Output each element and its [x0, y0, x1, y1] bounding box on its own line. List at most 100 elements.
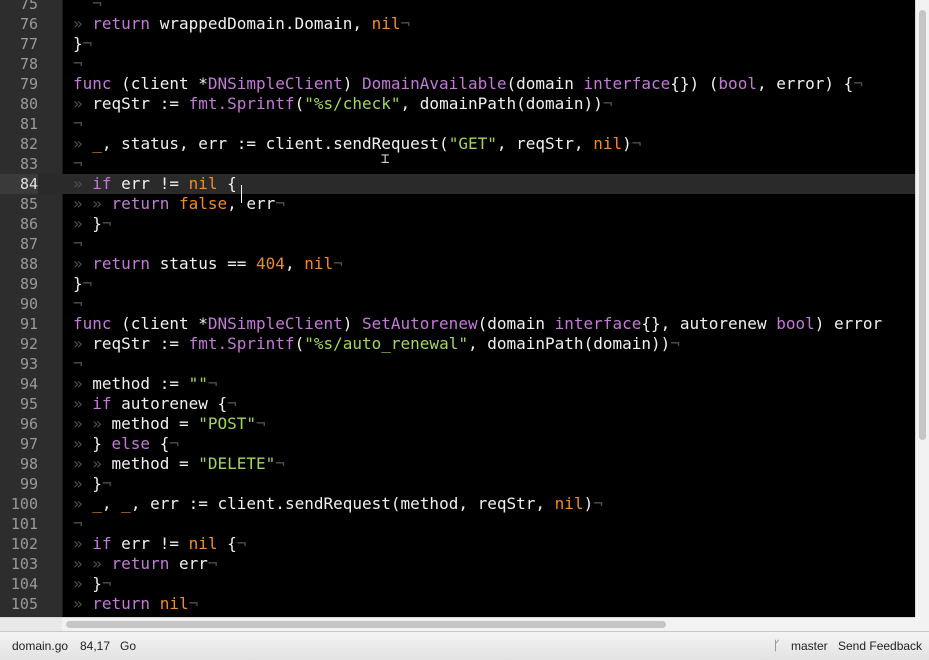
- code-text[interactable]: ¬: [73, 514, 83, 534]
- horizontal-scrollbar[interactable]: [62, 617, 915, 632]
- code-line[interactable]: 85 » » return false, err¬: [0, 194, 915, 214]
- code-text[interactable]: ¬: [73, 234, 83, 254]
- line-number[interactable]: 87: [0, 234, 38, 254]
- code-line[interactable]: 94 » method := ""¬: [0, 374, 915, 394]
- line-number[interactable]: 104: [0, 574, 38, 594]
- line-number[interactable]: 105: [0, 594, 38, 614]
- code-line[interactable]: 102 » if err != nil {¬: [0, 534, 915, 554]
- code-line[interactable]: 98 » » method = "DELETE"¬: [0, 454, 915, 474]
- code-line[interactable]: 92 » reqStr := fmt.Sprintf("%s/auto_renew…: [0, 334, 915, 354]
- code-line[interactable]: 89 }¬: [0, 274, 915, 294]
- code-line[interactable]: 78 ¬: [0, 54, 915, 74]
- status-language[interactable]: Go: [120, 639, 136, 653]
- code-text[interactable]: ¬: [73, 294, 83, 314]
- code-line[interactable]: 84 » if err != nil {: [0, 174, 915, 194]
- line-number[interactable]: 85: [0, 194, 38, 214]
- code-text[interactable]: » if autorenew {¬: [73, 394, 237, 414]
- line-number[interactable]: 96: [0, 414, 38, 434]
- line-number[interactable]: 78: [0, 54, 38, 74]
- line-number[interactable]: 83: [0, 154, 38, 174]
- code-text[interactable]: ¬: [73, 114, 83, 134]
- code-line[interactable]: 81 ¬: [0, 114, 915, 134]
- code-text[interactable]: func (client *DNSimpleClient) DomainAvai…: [73, 74, 863, 94]
- line-number[interactable]: 93: [0, 354, 38, 374]
- code-line[interactable]: 99 » }¬: [0, 474, 915, 494]
- horizontal-scrollbar-thumb[interactable]: [66, 621, 666, 628]
- code-line[interactable]: 79 func (client *DNSimpleClient) DomainAv…: [0, 74, 915, 94]
- code-line[interactable]: 86 » }¬: [0, 214, 915, 234]
- line-number[interactable]: 101: [0, 514, 38, 534]
- code-text[interactable]: » » return err¬: [73, 554, 218, 574]
- line-number[interactable]: 81: [0, 114, 38, 134]
- status-cursor-position[interactable]: 84,17: [80, 639, 110, 653]
- line-number[interactable]: 89: [0, 274, 38, 294]
- code-text[interactable]: » }¬: [73, 574, 112, 594]
- code-line[interactable]: 75 ¬: [0, 0, 915, 14]
- code-text[interactable]: ¬: [73, 354, 83, 374]
- code-text[interactable]: ¬: [73, 54, 83, 74]
- code-text[interactable]: }¬: [73, 274, 92, 294]
- code-text[interactable]: » reqStr := fmt.Sprintf("%s/check", doma…: [73, 94, 612, 114]
- code-text[interactable]: » }¬: [73, 214, 112, 234]
- line-number[interactable]: 91: [0, 314, 38, 334]
- code-line[interactable]: 97 » } else {¬: [0, 434, 915, 454]
- line-number[interactable]: 102: [0, 534, 38, 554]
- code-line[interactable]: 90 ¬: [0, 294, 915, 314]
- code-line[interactable]: 101 ¬: [0, 514, 915, 534]
- code-line[interactable]: 76 » return wrappedDomain.Domain, nil¬: [0, 14, 915, 34]
- line-number[interactable]: 90: [0, 294, 38, 314]
- code-text[interactable]: ¬: [73, 0, 102, 14]
- vertical-scrollbar-thumb[interactable]: [919, 10, 926, 440]
- line-number[interactable]: 77: [0, 34, 38, 54]
- code-line[interactable]: 82 » _, status, err := client.sendRequest…: [0, 134, 915, 154]
- code-line[interactable]: 93 ¬: [0, 354, 915, 374]
- line-number[interactable]: 103: [0, 554, 38, 574]
- code-text[interactable]: » return status == 404, nil¬: [73, 254, 343, 274]
- line-number[interactable]: 95: [0, 394, 38, 414]
- line-number[interactable]: 75: [0, 0, 38, 14]
- code-text[interactable]: » _, status, err := client.sendRequest("…: [73, 134, 641, 154]
- code-text[interactable]: » } else {¬: [73, 434, 179, 454]
- code-line[interactable]: 96 » » method = "POST"¬: [0, 414, 915, 434]
- code-text[interactable]: » return wrappedDomain.Domain, nil¬: [73, 14, 410, 34]
- code-text[interactable]: }¬: [73, 34, 92, 54]
- send-feedback-button[interactable]: Send Feedback: [838, 639, 922, 653]
- status-branch[interactable]: master: [791, 639, 828, 653]
- code-line[interactable]: 77 }¬: [0, 34, 915, 54]
- code-line[interactable]: 100 » _, _, err := client.sendRequest(met…: [0, 494, 915, 514]
- line-number[interactable]: 98: [0, 454, 38, 474]
- code-text[interactable]: ¬: [73, 154, 83, 174]
- code-text[interactable]: » }¬: [73, 474, 112, 494]
- code-text[interactable]: » » method = "DELETE"¬: [73, 454, 285, 474]
- code-text[interactable]: » _, _, err := client.sendRequest(method…: [73, 494, 603, 514]
- code-text[interactable]: » method := ""¬: [73, 374, 218, 394]
- code-line[interactable]: 87 ¬: [0, 234, 915, 254]
- line-number[interactable]: 92: [0, 334, 38, 354]
- line-number[interactable]: 79: [0, 74, 38, 94]
- status-filename[interactable]: domain.go: [12, 639, 68, 653]
- line-number[interactable]: 82: [0, 134, 38, 154]
- line-number[interactable]: 99: [0, 474, 38, 494]
- line-number[interactable]: 97: [0, 434, 38, 454]
- line-number[interactable]: 84: [0, 174, 38, 194]
- code-line[interactable]: 105 » return nil¬: [0, 594, 915, 614]
- code-line[interactable]: 83 ¬: [0, 154, 915, 174]
- code-line[interactable]: 103 » » return err¬: [0, 554, 915, 574]
- line-number[interactable]: 80: [0, 94, 38, 114]
- code-line[interactable]: 80 » reqStr := fmt.Sprintf("%s/check", do…: [0, 94, 915, 114]
- code-line[interactable]: 95 » if autorenew {¬: [0, 394, 915, 414]
- line-number[interactable]: 86: [0, 214, 38, 234]
- code-line[interactable]: 104 » }¬: [0, 574, 915, 594]
- line-number[interactable]: 76: [0, 14, 38, 34]
- code-text[interactable]: » return nil¬: [73, 594, 198, 614]
- line-number[interactable]: 94: [0, 374, 38, 394]
- line-number[interactable]: 100: [0, 494, 38, 514]
- code-text[interactable]: » if err != nil {: [73, 174, 237, 194]
- code-lines[interactable]: 75 ¬ 76» return wrappedDomain.Domain, nil…: [0, 0, 915, 614]
- code-text[interactable]: func (client *DNSimpleClient) SetAutoren…: [73, 314, 882, 334]
- code-text[interactable]: » reqStr := fmt.Sprintf("%s/auto_renewal…: [73, 334, 680, 354]
- code-editor[interactable]: 75 ¬ 76» return wrappedDomain.Domain, nil…: [0, 0, 929, 617]
- code-text[interactable]: » » method = "POST"¬: [73, 414, 266, 434]
- code-text[interactable]: » » return false, err¬: [73, 194, 285, 214]
- code-line[interactable]: 88 » return status == 404, nil¬: [0, 254, 915, 274]
